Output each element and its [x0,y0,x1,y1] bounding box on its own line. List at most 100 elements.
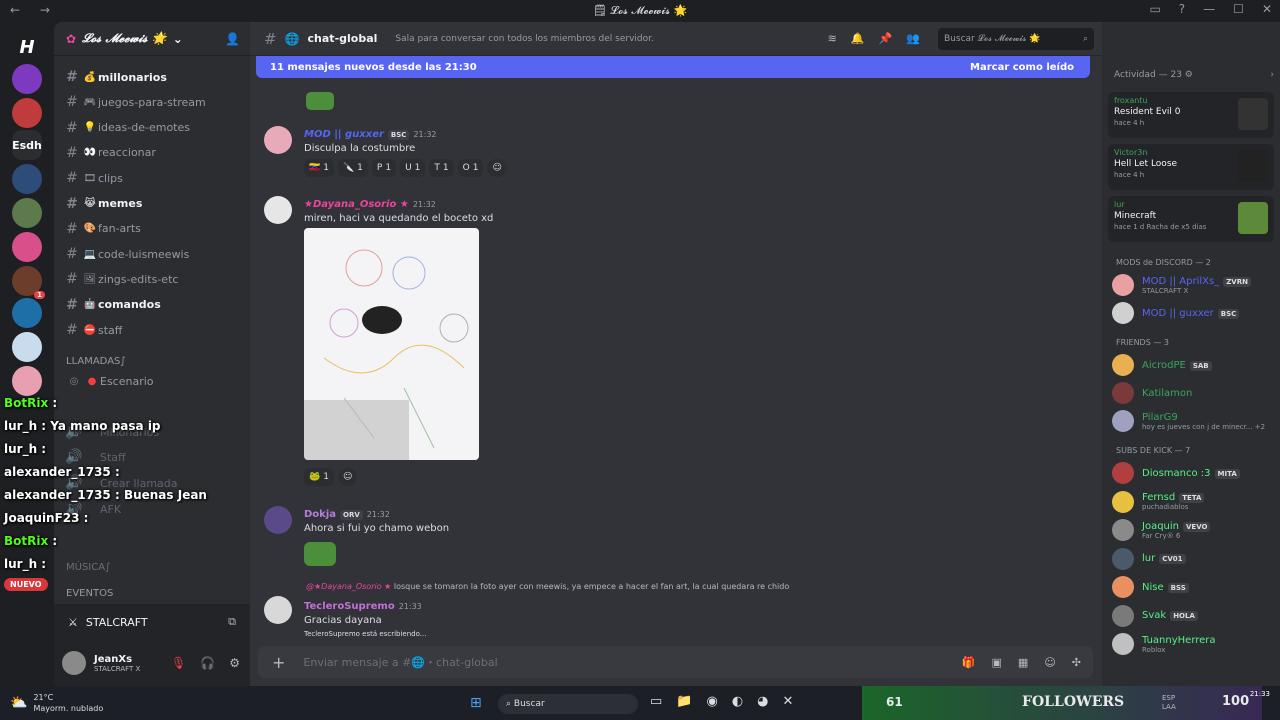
member-category[interactable]: MODS de DISCORD — 2 [1116,258,1211,267]
channel-item-8[interactable]: # 🖼 zings-edits-etc [62,268,244,290]
member-item[interactable]: MOD || guxxer BSC [1112,300,1276,326]
voice-channel-escenario[interactable]: ◎ ● Escenario [64,370,246,392]
voice-connected-panel[interactable]: ⚔ STALCRAFT ⧉ [54,604,250,640]
channel-item-0[interactable]: # 💰 millonarios [62,66,244,88]
member-item[interactable]: AicrodPE SAB [1112,352,1276,378]
channel-item-4[interactable]: # 🎞 clips [62,167,244,189]
message-composer[interactable]: + Enviar mensaje a #🌐・chat-global 🎁 ▣ ▦ ☺ ✣ [258,646,1093,678]
server-icon[interactable]: 1 [12,266,45,299]
avatar[interactable] [264,506,292,534]
server-esdh[interactable]: Esdh [12,130,42,160]
search-input[interactable]: Buscar 𝓛𝓸𝓼 𝓜𝓮𝓮𝔀𝓲𝓼 🌟 ⌕ [938,27,1094,50]
reply-preview[interactable]: @★Dayana_Osorio ★ losque se tomaron la f… [306,582,789,591]
member-item[interactable]: Diosmanco :3 MITA [1112,460,1276,486]
member-category[interactable]: SUBS DE KICK — 7 [1116,446,1190,455]
member-item[interactable]: Nise BSS [1112,574,1276,600]
server-icon[interactable] [12,64,42,94]
add-reaction-icon[interactable]: ☺ [487,159,507,177]
sticker-icon[interactable]: ▦ [1018,656,1028,669]
channel-item-2[interactable]: # 💡 ideas-de-emotes [62,117,244,139]
threads-icon[interactable]: ≋ [828,32,837,45]
server-header[interactable]: ✿ 𝓛𝓸𝓼 𝓜𝓮𝓮𝔀𝓲𝓼 🌟 ⌄ 👤 [54,22,250,56]
new-badge[interactable]: NUEVO [4,578,48,591]
server-icon[interactable] [12,198,42,228]
sketch-image-attachment[interactable] [304,228,479,460]
minimize-button[interactable]: — [1203,2,1215,16]
add-attachment-icon[interactable]: + [272,653,285,672]
activity-card[interactable]: lur Minecraft hace 1 d Racha de x5 días [1108,196,1274,242]
discord-icon[interactable]: ◕ [757,694,768,709]
member-item[interactable]: Svak HOLA [1112,603,1276,629]
avatar[interactable] [264,126,292,154]
task-view-icon[interactable]: ▭ [650,694,662,709]
channel-item-10[interactable]: # ⛔ staff [62,319,244,341]
avatar[interactable] [264,196,292,224]
server-icon[interactable] [12,366,42,396]
member-item[interactable]: Katilamon [1112,380,1276,406]
member-category[interactable]: FRIENDS — 3 [1116,338,1169,347]
message-author[interactable]: TecleroSupremo [304,601,395,612]
activity-card[interactable]: Victor3n Hell Let Loose hace 4 h [1108,144,1274,190]
maximize-button[interactable]: ☐ [1233,2,1244,16]
apps-icon[interactable]: ✣ [1072,656,1081,669]
mic-muted-icon[interactable]: 🎙 [171,656,186,670]
nav-arrows-icon[interactable]: ← → [10,3,58,17]
channel-item-3[interactable]: # 👀 reaccionar [62,142,244,164]
channel-item-7[interactable]: # 💻 code-luismeewis [62,243,244,265]
channel-item-9[interactable]: # 🤖 comandos [62,294,244,316]
reaction[interactable]: 🔪 1 [337,159,368,177]
channel-item-5[interactable]: # 😹 memes [62,193,244,215]
reaction[interactable]: 🇻🇪 1 [304,159,334,177]
members-icon[interactable]: 👥 [906,32,920,45]
member-item[interactable]: lur CV01 [1112,546,1276,572]
start-icon[interactable]: ⊞ [470,695,482,711]
message-author[interactable]: Dokja [304,509,336,520]
reaction[interactable]: 🐸 1 [304,468,334,486]
emoji-icon[interactable]: ☺ [1044,656,1055,669]
close-button[interactable]: ✕ [1262,2,1272,16]
new-messages-banner[interactable]: 11 mensajes nuevos desde las 21:30 Marca… [256,56,1090,78]
voice-category[interactable]: LLAMADAS∫ [66,356,126,367]
edge-icon[interactable]: ◐ [732,694,743,709]
gif-icon[interactable]: ▣ [992,656,1002,669]
taskbar-search[interactable]: ⌕ Buscar [498,694,638,714]
reaction[interactable]: O1 [457,159,484,177]
channel-item-1[interactable]: # 🎮 juegos-para-stream [62,91,244,113]
reaction[interactable]: P1 [371,159,397,177]
message-author[interactable]: MOD || guxxer [304,129,384,140]
avatar[interactable] [62,651,86,675]
channel-item-6[interactable]: # 🎨 fan-arts [62,218,244,240]
server-icon[interactable] [12,332,42,362]
settings-gear-icon[interactable]: ⚙ [229,656,240,670]
message-author[interactable]: ★Dayana_Osorio ★ [304,199,409,210]
mark-read-button[interactable]: Marcar como leído [970,62,1074,73]
folder-icon[interactable]: 📁 [676,694,692,709]
bell-icon[interactable]: 🔔 [851,32,865,45]
member-item[interactable]: Joaquin VEVO Far Cry® 6 [1112,517,1276,543]
server-icon[interactable] [12,232,42,262]
member-item[interactable]: MOD || AprilXs_ ZVRN STALCRAFT X [1112,272,1276,298]
reaction[interactable]: U1 [400,159,426,177]
pin-icon[interactable]: 📌 [879,32,893,45]
home-logo-icon[interactable]: H [12,32,42,62]
music-category[interactable]: MÚSICA∫ [66,562,110,573]
server-icon[interactable] [12,298,42,328]
server-icon[interactable] [12,164,42,194]
capcut-icon[interactable]: ✕ [783,694,794,709]
member-item[interactable]: PilarG9 hoy es jueves con j de minecr... … [1112,408,1276,434]
member-item[interactable]: TuannyHerrera Roblox [1112,631,1276,657]
add-reaction-icon[interactable]: ☺ [337,468,358,486]
events-category[interactable]: EVENTOS [66,588,113,599]
activity-header[interactable]: Actividad — 23 ⚙ › [1114,70,1274,80]
activity-card[interactable]: froxantu Resident Evil 0 hace 4 h [1108,92,1274,138]
inbox-icon[interactable]: ▭ [1149,2,1160,16]
gift-icon[interactable]: 🎁 [962,656,976,669]
add-member-icon[interactable]: 👤 [225,32,240,46]
server-icon[interactable] [12,98,42,128]
chrome-icon[interactable]: ◉ [706,694,717,709]
reaction[interactable]: T1 [429,159,454,177]
member-item[interactable]: Fernsd TETA puchadiablos [1112,489,1276,515]
screen-share-icon[interactable]: ⧉ [228,615,236,629]
avatar[interactable] [264,596,292,624]
help-icon[interactable]: ? [1179,2,1185,16]
